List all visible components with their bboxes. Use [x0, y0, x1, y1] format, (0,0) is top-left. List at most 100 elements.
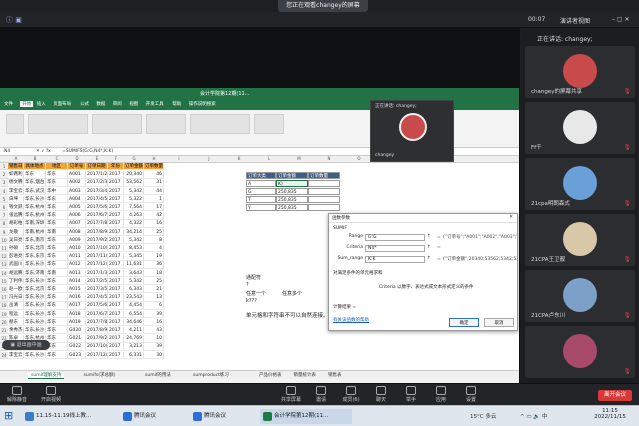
header-cell[interactable]: 具体地点	[24, 163, 46, 171]
excel-menu-9[interactable]: 帮助	[172, 101, 181, 107]
excel-menu-8[interactable]: 开发工具	[146, 101, 164, 107]
table-cell[interactable]: 34,646	[124, 318, 144, 327]
column-header[interactable]: D	[68, 156, 86, 161]
table-cell[interactable]: 华南,杭州	[24, 228, 46, 236]
table-cell[interactable]: 2017	[108, 179, 124, 187]
column-header[interactable]: K	[224, 156, 254, 161]
header-cell[interactable]: 订单金额	[124, 163, 144, 171]
summary-cell[interactable]: A	[246, 180, 276, 188]
table-cell[interactable]: 华东,长沙	[24, 277, 46, 286]
excel-menu-6[interactable]: 审阅	[113, 101, 122, 107]
table-cell[interactable]: 21	[144, 286, 164, 294]
table-cell[interactable]: 31	[144, 179, 164, 187]
table-cell[interactable]: A017	[68, 302, 86, 310]
column-header[interactable]: M	[284, 156, 314, 161]
table-cell[interactable]: 6,554	[124, 310, 144, 318]
table-cell[interactable]: 赵一欧	[8, 286, 24, 294]
table-cell[interactable]: 丁利伟	[8, 277, 24, 286]
table-cell[interactable]: A012	[68, 261, 86, 269]
table-cell[interactable]: 赫东	[8, 318, 24, 327]
table-cell[interactable]: 华东	[46, 318, 68, 327]
sheet-tab[interactable]: sumifs(求总额)	[81, 372, 119, 378]
summary-cell[interactable]: T	[246, 196, 276, 204]
excel-menu-4[interactable]: 公式	[80, 101, 89, 107]
table-cell[interactable]: 6,331	[124, 351, 144, 359]
table-cell[interactable]: G023	[68, 351, 86, 359]
column-header[interactable]: G	[124, 156, 144, 161]
table-cell[interactable]: 2017/8/9	[86, 228, 108, 236]
paste-icon[interactable]	[6, 114, 24, 134]
table-cell[interactable]: 华东,北京	[24, 245, 46, 253]
table-cell[interactable]: 6	[144, 302, 164, 310]
table-cell[interactable]: 4,263	[124, 212, 144, 220]
table-cell[interactable]: 2017/5/6	[86, 302, 108, 310]
table-cell[interactable]: 华东	[46, 277, 68, 286]
column-header[interactable]: H	[144, 156, 164, 161]
table-cell[interactable]: 华东	[46, 171, 68, 179]
table-cell[interactable]: 13	[144, 294, 164, 302]
table-cell[interactable]: A018	[68, 310, 86, 318]
arg-input-sum-range[interactable]: K:K	[365, 256, 425, 263]
table-cell[interactable]: 华东	[46, 294, 68, 302]
font-group[interactable]	[28, 114, 88, 134]
table-cell[interactable]: 43	[144, 327, 164, 335]
table-cell[interactable]: A019	[68, 318, 86, 327]
table-cell[interactable]: 华东,烟台	[24, 179, 46, 187]
table-cell[interactable]: 华中	[46, 187, 68, 195]
table-cell[interactable]: 2017	[108, 204, 124, 212]
arg-input-criteria[interactable]: N4*	[365, 245, 425, 252]
table-cell[interactable]: 龙敬	[8, 228, 24, 236]
table-cell[interactable]: A010	[68, 245, 86, 253]
hand-button[interactable]: 举手	[398, 386, 424, 403]
summary-header-cell[interactable]: 订单数量	[308, 172, 340, 180]
table-cell[interactable]: 2017	[108, 335, 124, 343]
table-cell[interactable]: 2017	[108, 351, 124, 359]
header-cell[interactable]: 订单数量	[144, 163, 164, 171]
range-select-icon[interactable]: ↑	[427, 245, 431, 250]
column-header[interactable]: F	[108, 156, 124, 161]
table-cell[interactable]: 2017/9/2	[86, 335, 108, 343]
table-cell[interactable]: 2017/2/5	[86, 277, 108, 286]
summary-cell[interactable]	[308, 204, 340, 212]
number-group[interactable]	[146, 114, 186, 134]
table-cell[interactable]: 11,631	[124, 261, 144, 269]
table-cell[interactable]: 余秀杰	[8, 327, 24, 335]
table-cell[interactable]: A005	[68, 204, 86, 212]
table-cell[interactable]: 2017/10/2	[86, 245, 108, 253]
table-cell[interactable]: 2017	[108, 253, 124, 261]
table-cell[interactable]: 华东,济南	[24, 269, 46, 277]
participant-tile[interactable]: 21CPA王卫靓 🎙	[525, 214, 635, 266]
table-cell[interactable]: 2017/8/9	[86, 327, 108, 335]
table-cell[interactable]: 华东	[46, 286, 68, 294]
table-cell[interactable]: 华南,深圳	[24, 220, 46, 228]
table-cell[interactable]: 华东	[46, 261, 68, 269]
table-cell[interactable]: 2017	[108, 277, 124, 286]
camera-off-button[interactable]: 开启视频	[38, 386, 64, 403]
table-cell[interactable]: 华东,武汉	[24, 187, 46, 195]
table-cell[interactable]: 华东,长沙	[24, 310, 46, 318]
excel-menu-3[interactable]: 页面布局	[53, 101, 71, 107]
table-cell[interactable]: 2017/10/2	[86, 343, 108, 351]
table-cell[interactable]: 胡彩柏	[8, 220, 24, 228]
table-cell[interactable]: 2017	[108, 171, 124, 179]
table-cell[interactable]: 华东	[46, 310, 68, 318]
table-cell[interactable]: A003	[68, 187, 86, 195]
table-cell[interactable]: 2017/7/8	[86, 318, 108, 327]
summary-cell[interactable]: Y	[246, 204, 276, 212]
table-cell[interactable]: 华东	[24, 171, 46, 179]
table-cell[interactable]: A014	[68, 277, 86, 286]
table-cell[interactable]: A015	[68, 286, 86, 294]
table-cell[interactable]: 6,343	[124, 286, 144, 294]
table-cell[interactable]: A002	[68, 179, 86, 187]
table-cell[interactable]: 8,453	[124, 245, 144, 253]
table-cell[interactable]: 华东	[46, 204, 68, 212]
taskbar-item[interactable]: 11.15-11.19线上教...	[22, 409, 114, 424]
column-header[interactable]: L	[254, 156, 284, 161]
table-cell[interactable]: 44	[144, 187, 164, 195]
table-cell[interactable]: 李宝云	[8, 187, 24, 195]
table-cell[interactable]: 2017/4/5	[86, 294, 108, 302]
table-cell[interactable]: 2017	[108, 343, 124, 351]
sheet-tab[interactable]: sumif理解支持	[28, 372, 65, 379]
column-header[interactable]: B	[24, 156, 46, 161]
table-cell[interactable]: 2017/4/5	[86, 195, 108, 204]
